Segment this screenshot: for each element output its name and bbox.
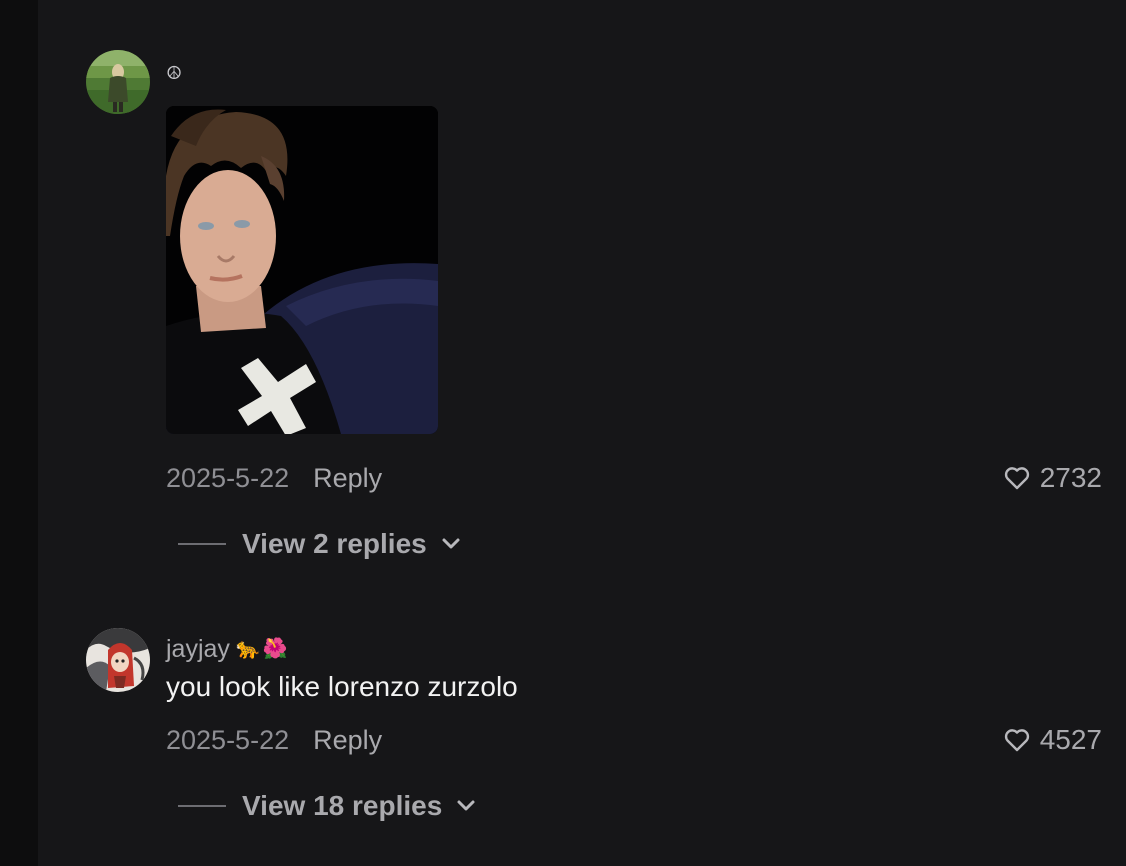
like-button[interactable]: 4527 xyxy=(1004,724,1102,756)
reply-button[interactable]: Reply xyxy=(313,463,382,494)
like-count: 2732 xyxy=(1039,462,1102,493)
comment-text: you look like lorenzo zurzolo xyxy=(166,671,518,702)
chevron-down-icon xyxy=(441,537,461,551)
view-replies-button[interactable]: View 18 replies xyxy=(178,790,476,822)
heart-icon xyxy=(1004,467,1029,490)
view-replies-label: View 18 replies xyxy=(242,790,443,821)
person-in-field-avatar-icon xyxy=(86,50,150,114)
hibiscus-icon: 🌺 xyxy=(262,638,288,660)
view-replies-label: View 2 replies xyxy=(242,528,427,559)
like-button[interactable]: 2732 xyxy=(1004,462,1102,494)
chevron-down-icon xyxy=(456,799,476,813)
avatar[interactable] xyxy=(86,50,150,114)
comment-username[interactable]: jayjay xyxy=(166,634,230,664)
comment-date: 2025-5-22 xyxy=(166,724,290,755)
avatar[interactable] xyxy=(86,628,150,692)
comment-image[interactable] xyxy=(166,106,438,434)
replies-divider-line xyxy=(178,543,226,545)
heart-icon xyxy=(1004,729,1029,752)
view-replies-button[interactable]: View 2 replies xyxy=(178,528,461,560)
reply-button[interactable]: Reply xyxy=(313,725,382,756)
comment-date: 2025-5-22 xyxy=(166,462,290,493)
replies-divider-line xyxy=(178,805,226,807)
portrait-photo-icon xyxy=(166,106,438,434)
left-edge-strip xyxy=(0,0,38,866)
like-count: 4527 xyxy=(1039,724,1102,755)
comment-username[interactable]: ☮ xyxy=(166,58,182,88)
leopard-icon: 🐆 xyxy=(235,638,261,660)
username-emoji: 🐆 🌺 xyxy=(236,634,288,664)
illustrated-character-avatar-icon xyxy=(86,628,150,692)
